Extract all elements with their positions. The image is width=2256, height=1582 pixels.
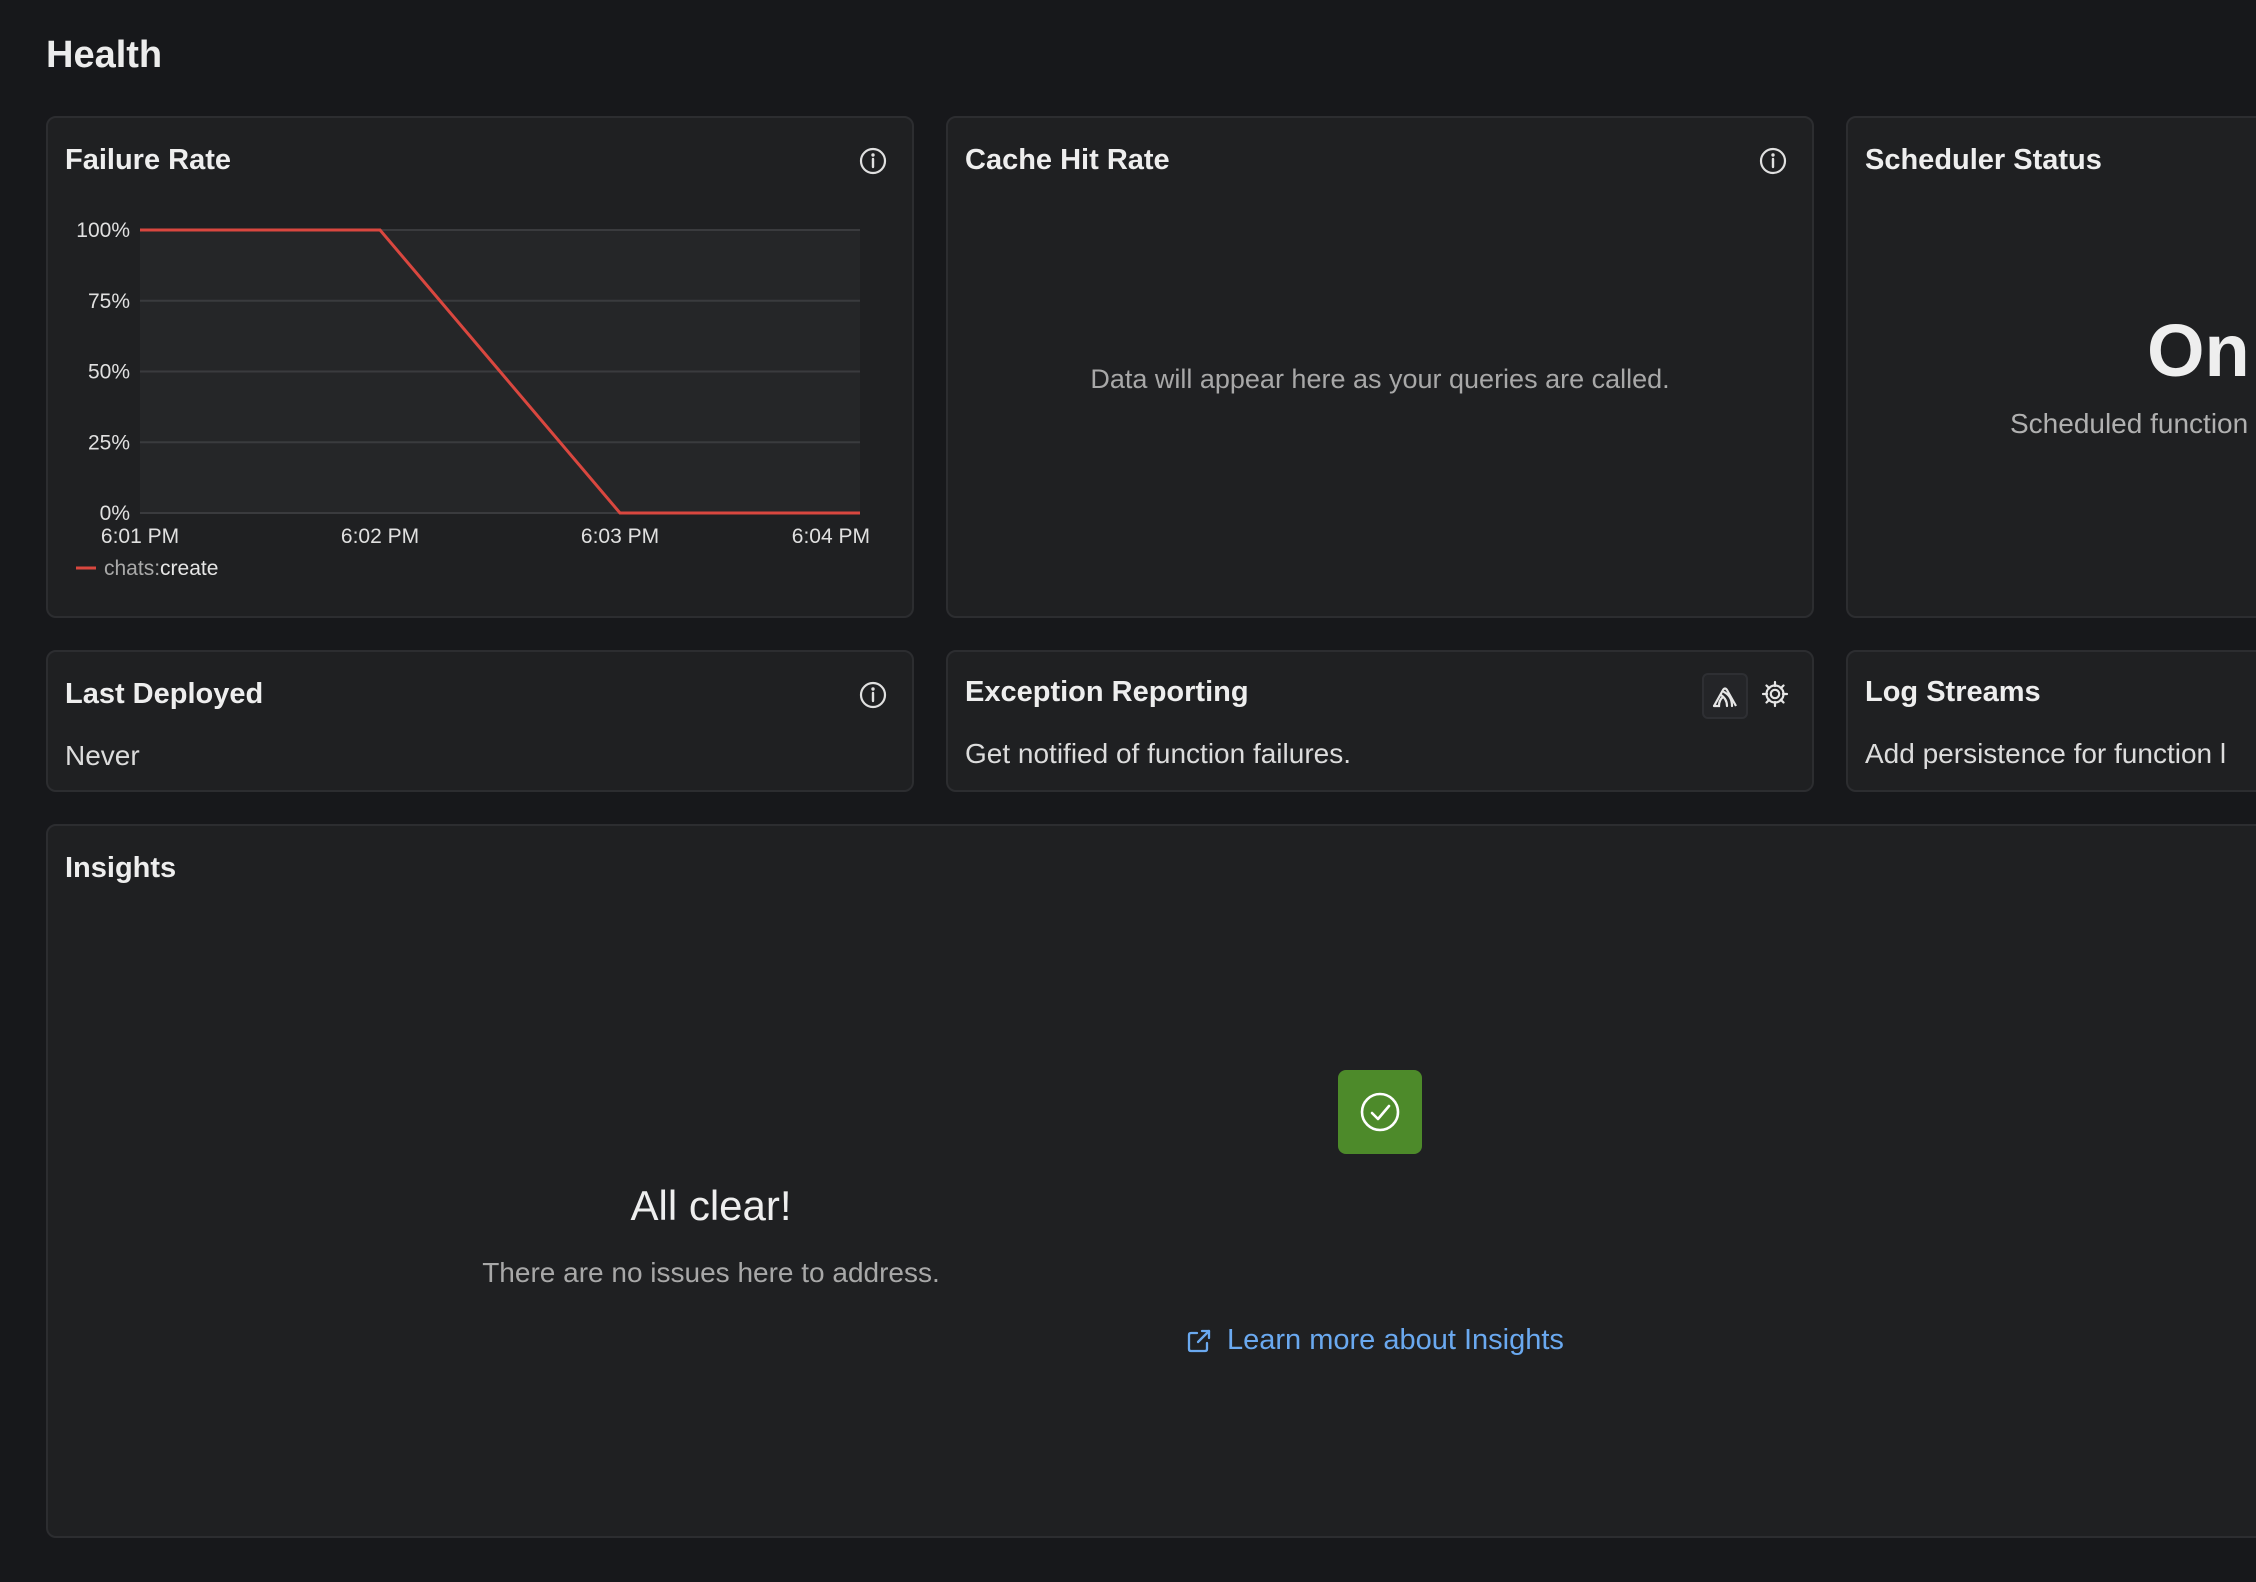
failure-rate-chart: 100%75%50%25%0% 6:01 PM 6:02 PM 6:03 PM 6:0… <box>76 219 870 580</box>
failure-rate-card: Failure Rate 100% 75% 50% 25% 0% 6:01 PM 6:02… <box>46 116 914 618</box>
insights-status-badge <box>1338 1070 1422 1154</box>
y-tick-label: 75% <box>88 290 130 313</box>
last-deployed-card: Last Deployed Never <box>46 650 914 792</box>
x-tick-label: 6:04 PM <box>792 525 870 548</box>
x-tick-label: 6:02 PM <box>341 525 419 548</box>
check-circle-icon <box>1360 1092 1400 1132</box>
info-icon[interactable] <box>1758 146 1788 176</box>
cache-hit-rate-empty-message: Data will appear here as your queries ar… <box>1090 364 1670 394</box>
cache-hit-rate-title: Cache Hit Rate <box>965 144 1170 176</box>
exception-reporting-card: Exception Reporting Get notified of func… <box>946 650 1814 792</box>
y-tick-label: 25% <box>88 431 130 454</box>
x-axis-ticks: 6:01 PM 6:02 PM 6:03 PM 6:04 PM <box>101 525 870 548</box>
y-tick-label: 0% <box>100 502 130 525</box>
sentry-button[interactable] <box>1702 673 1748 719</box>
cache-hit-rate-card: Cache Hit Rate Data will appear here as … <box>946 116 1814 618</box>
failure-rate-title: Failure Rate <box>65 144 231 176</box>
y-tick-label: 100% <box>76 219 130 242</box>
exception-reporting-description: Get notified of function failures. <box>965 738 1351 769</box>
gear-icon <box>1761 680 1789 708</box>
sentry-icon <box>1712 687 1737 708</box>
insights-card: Insights All clear! There are no issues … <box>46 824 2256 1538</box>
info-icon[interactable] <box>858 680 888 710</box>
svg-text:chats:create: chats:create <box>104 557 218 580</box>
insights-message: There are no issues here to address. <box>482 1257 940 1288</box>
page-title: Health <box>46 34 163 76</box>
health-page: Health Failure Rate 100% 75% 50% 25% 0% 6:01… <box>0 0 2256 1582</box>
y-tick-label: 50% <box>88 361 130 384</box>
insights-title: Insights <box>65 852 177 884</box>
log-streams-title: Log Streams <box>1865 676 2041 708</box>
external-link-icon <box>1187 1329 1211 1352</box>
y-axis-ticks: 100% 75% 50% 25% 0% <box>76 219 130 525</box>
log-streams-description: Add persistence for function l <box>1865 738 2227 769</box>
log-streams-card: Log Streams Add persistence for function… <box>1846 650 2256 792</box>
learn-more-insights-link[interactable]: Learn more about Insights <box>1185 1324 1564 1357</box>
last-deployed-title: Last Deployed <box>65 678 264 710</box>
x-tick-label: 6:01 PM <box>101 525 179 548</box>
scheduler-status-description: Scheduled function <box>2010 408 2249 439</box>
x-tick-label: 6:03 PM <box>581 525 659 548</box>
legend-suffix: create <box>160 557 218 580</box>
insights-heading: All clear! <box>630 1182 792 1229</box>
learn-more-label: Learn more about Insights <box>1227 1324 1564 1356</box>
scheduler-status-value: On <box>2147 309 2250 392</box>
scheduler-status-title: Scheduler Status <box>1865 144 2102 176</box>
last-deployed-value: Never <box>65 740 140 771</box>
legend-prefix: chats: <box>104 557 160 580</box>
settings-button[interactable] <box>1754 673 1796 715</box>
scheduler-status-card: Scheduler Status On Scheduled function <box>1846 116 2256 618</box>
exception-reporting-title: Exception Reporting <box>965 676 1249 708</box>
info-icon[interactable] <box>858 146 888 176</box>
legend[interactable]: chats:create <box>76 557 218 580</box>
